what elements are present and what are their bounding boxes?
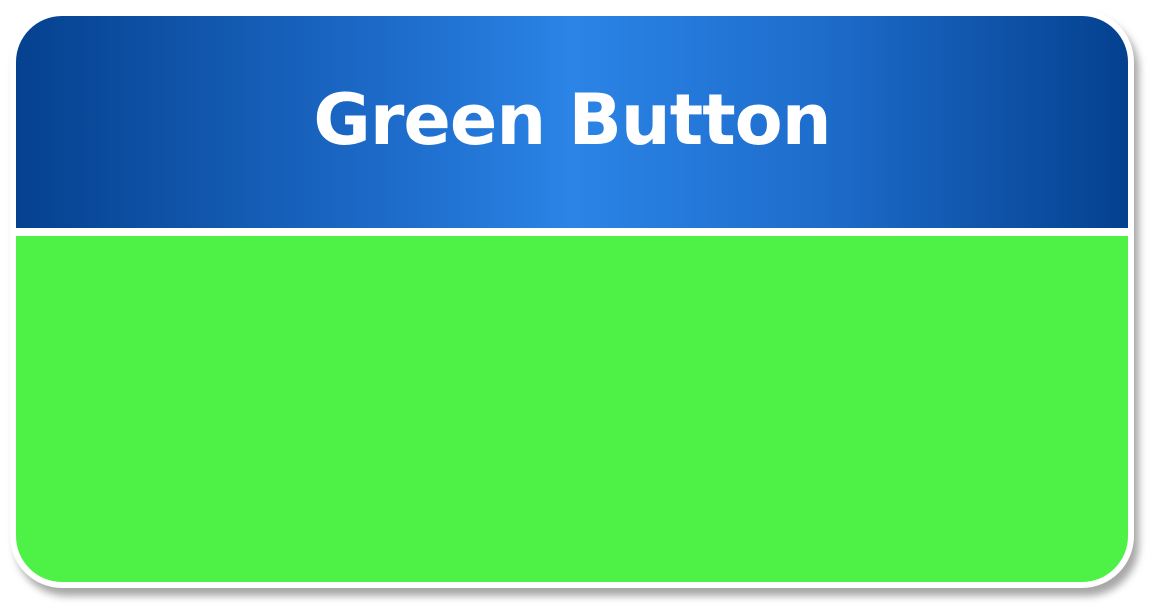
card-header: Green Button — [16, 16, 1128, 228]
green-button[interactable] — [16, 236, 1128, 582]
card-title: Green Button — [313, 79, 831, 161]
green-button-card: Green Button — [10, 10, 1134, 588]
page: Green Button — [0, 0, 1160, 616]
card-inner: Green Button — [16, 16, 1128, 582]
header-divider — [16, 228, 1128, 236]
